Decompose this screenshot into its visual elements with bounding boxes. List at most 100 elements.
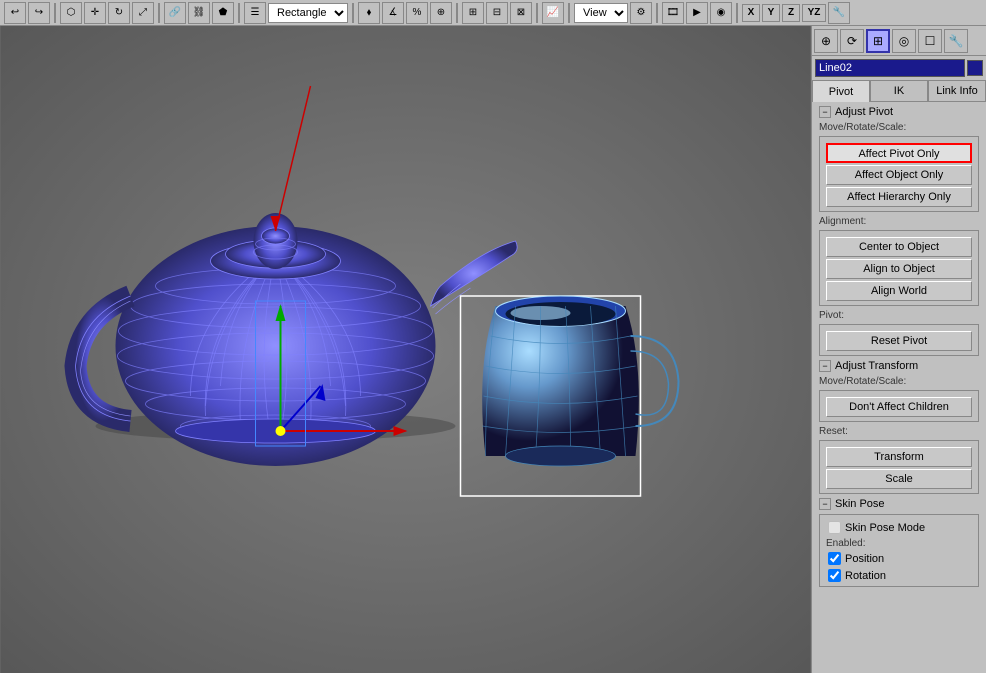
move-rotate-scale-label2: Move/Rotate/Scale:: [815, 374, 983, 388]
spinner-snap[interactable]: ⊕: [430, 2, 452, 24]
axis-x[interactable]: X: [742, 4, 760, 22]
render-btn[interactable]: ▶: [686, 2, 708, 24]
affect-pivot-only-btn[interactable]: Affect Pivot Only: [826, 143, 972, 163]
panel-icons: ⊕ ⟳ ⊞ ◎ ☐ 🔧: [812, 26, 986, 56]
rotation-label: Rotation: [845, 570, 886, 582]
select-btn[interactable]: ⬡: [60, 2, 82, 24]
adjust-transform-header: − Adjust Transform: [815, 358, 983, 374]
motion-icon-btn[interactable]: ◎: [892, 29, 916, 53]
color-swatch[interactable]: [967, 60, 983, 76]
view-dropdown[interactable]: View: [574, 3, 628, 23]
percent-snap[interactable]: %: [406, 2, 428, 24]
mirror-btn[interactable]: ⊞: [462, 2, 484, 24]
skin-pose-mode-checkbox[interactable]: [828, 521, 841, 534]
sep5: [456, 3, 458, 23]
selection-dropdown[interactable]: Rectangle: [268, 3, 348, 23]
name-input[interactable]: Line02: [815, 59, 965, 77]
adjust-transform-collapse[interactable]: −: [819, 360, 831, 372]
angle-snap[interactable]: ∡: [382, 2, 404, 24]
transform-btn[interactable]: Transform: [826, 447, 972, 467]
redo-btn[interactable]: ↪: [28, 2, 50, 24]
dont-affect-group: Don't Affect Children: [819, 390, 979, 422]
unlink-btn[interactable]: ⛓: [188, 2, 210, 24]
layer-btn[interactable]: ⊠: [510, 2, 532, 24]
select-filter-btn[interactable]: ☰: [244, 2, 266, 24]
align-btn[interactable]: ⊟: [486, 2, 508, 24]
skin-pose-header: − Skin Pose: [815, 496, 983, 512]
sep8: [656, 3, 658, 23]
pivot-label: Pivot:: [815, 308, 983, 322]
transform-type[interactable]: 🔧: [828, 2, 850, 24]
reset-label: Reset:: [815, 424, 983, 438]
skin-pose-title: Skin Pose: [835, 498, 885, 510]
position-checkbox[interactable]: [828, 552, 841, 565]
scene-svg: [0, 26, 811, 673]
enabled-label: Enabled:: [822, 536, 976, 550]
skin-pose-mode-label: Skin Pose Mode: [845, 522, 925, 534]
rotation-checkbox[interactable]: [828, 569, 841, 582]
sep6: [536, 3, 538, 23]
adjust-transform-title: Adjust Transform: [835, 360, 918, 372]
skin-pose-section: − Skin Pose Skin Pose Mode Enabled: Posi…: [815, 496, 983, 587]
tab-link-info[interactable]: Link Info: [928, 80, 986, 102]
sep3: [238, 3, 240, 23]
panel-scroll[interactable]: − Adjust Pivot Move/Rotate/Scale: Affect…: [812, 102, 986, 673]
sep1: [54, 3, 56, 23]
pivot-group: Reset Pivot: [819, 324, 979, 356]
skin-pose-group: Skin Pose Mode Enabled: Position Rotatio…: [819, 514, 979, 587]
rotate-btn[interactable]: ↻: [108, 2, 130, 24]
tab-ik[interactable]: IK: [870, 80, 928, 102]
tabs: Pivot IK Link Info: [812, 80, 986, 102]
sep7: [568, 3, 570, 23]
hierarchy-icon-btn[interactable]: ⊞: [866, 29, 890, 53]
curve-editor[interactable]: 📈: [542, 2, 564, 24]
tab-pivot[interactable]: Pivot: [812, 80, 870, 102]
create-icon-btn[interactable]: ⊕: [814, 29, 838, 53]
sep9: [736, 3, 738, 23]
adjust-transform-section: − Adjust Transform Move/Rotate/Scale: Do…: [815, 358, 983, 494]
adjust-pivot-header: − Adjust Pivot: [815, 104, 983, 120]
snap-toggle[interactable]: ⬧: [358, 2, 380, 24]
active-shade[interactable]: ◉: [710, 2, 732, 24]
scale-btn[interactable]: ⤢: [132, 2, 154, 24]
render-setup[interactable]: 🎞: [662, 2, 684, 24]
skin-pose-mode-row: Skin Pose Mode: [822, 519, 976, 536]
undo-btn[interactable]: ↩: [4, 2, 26, 24]
reset-pivot-btn[interactable]: Reset Pivot: [826, 331, 972, 351]
view-settings[interactable]: ⚙: [630, 2, 652, 24]
sep2: [158, 3, 160, 23]
skin-pose-collapse[interactable]: −: [819, 498, 831, 510]
name-row: Line02: [812, 56, 986, 80]
display-icon-btn[interactable]: ☐: [918, 29, 942, 53]
main-area: ⊕ ⟳ ⊞ ◎ ☐ 🔧 Line02 Pivot IK Link Info − …: [0, 26, 986, 673]
move-rotate-scale-label: Move/Rotate/Scale:: [815, 120, 983, 134]
axis-y[interactable]: Y: [762, 4, 780, 22]
link-btn[interactable]: 🔗: [164, 2, 186, 24]
alignment-label: Alignment:: [815, 214, 983, 228]
reset-group: Transform Scale: [819, 440, 979, 494]
affect-object-only-btn[interactable]: Affect Object Only: [826, 165, 972, 185]
move-btn[interactable]: ✛: [84, 2, 106, 24]
alignment-group: Center to Object Align to Object Align W…: [819, 230, 979, 306]
position-row: Position: [822, 550, 976, 567]
center-to-object-btn[interactable]: Center to Object: [826, 237, 972, 257]
modify-icon-btn[interactable]: ⟳: [840, 29, 864, 53]
right-panel: ⊕ ⟳ ⊞ ◎ ☐ 🔧 Line02 Pivot IK Link Info − …: [811, 26, 986, 673]
axis-z[interactable]: Z: [782, 4, 800, 22]
viewport[interactable]: [0, 26, 811, 673]
rotation-row: Rotation: [822, 567, 976, 584]
bind-btn[interactable]: ⬟: [212, 2, 234, 24]
sep4: [352, 3, 354, 23]
utilities-icon-btn[interactable]: 🔧: [944, 29, 968, 53]
align-world-btn[interactable]: Align World: [826, 281, 972, 301]
align-to-object-btn[interactable]: Align to Object: [826, 259, 972, 279]
dont-affect-children-btn[interactable]: Don't Affect Children: [826, 397, 972, 417]
adjust-pivot-section: − Adjust Pivot Move/Rotate/Scale: Affect…: [815, 104, 983, 356]
position-label: Position: [845, 553, 884, 565]
affect-buttons-group: Affect Pivot Only Affect Object Only Aff…: [819, 136, 979, 212]
adjust-pivot-title: Adjust Pivot: [835, 106, 893, 118]
axis-yz[interactable]: YZ: [802, 4, 826, 22]
scale-btn[interactable]: Scale: [826, 469, 972, 489]
adjust-pivot-collapse[interactable]: −: [819, 106, 831, 118]
affect-hierarchy-only-btn[interactable]: Affect Hierarchy Only: [826, 187, 972, 207]
